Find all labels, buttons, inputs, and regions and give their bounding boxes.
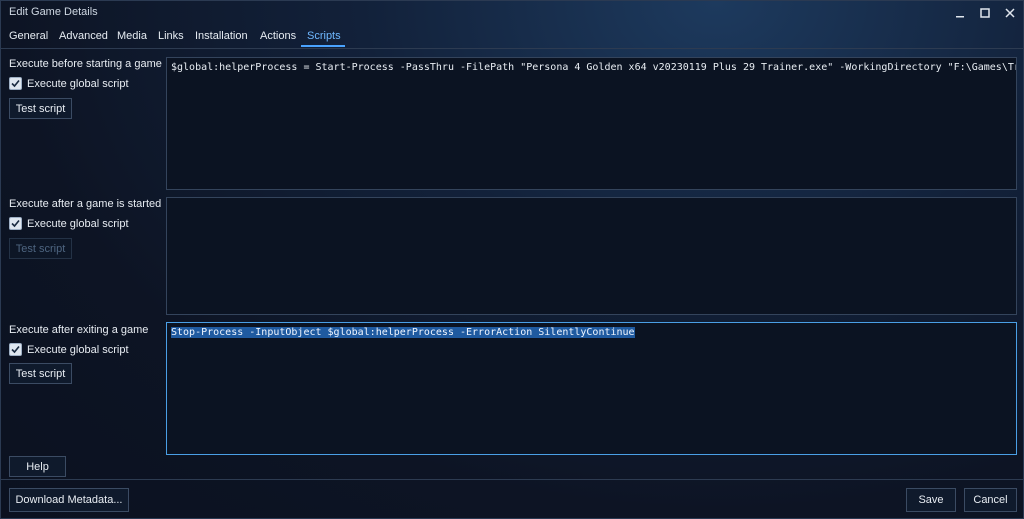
active-tab-indicator (301, 45, 345, 47)
checkbox-global-script-after-start[interactable]: Execute global script (9, 217, 129, 230)
close-icon[interactable] (997, 3, 1023, 23)
test-script-button-after-exit[interactable]: Test script (9, 363, 72, 384)
checkmark-icon (11, 219, 20, 228)
script-editor-after-exit[interactable]: Stop-Process -InputObject $global:helper… (166, 322, 1017, 455)
checkbox-global-script-after-exit[interactable]: Execute global script (9, 343, 129, 356)
tab-media[interactable]: Media (117, 30, 147, 42)
cancel-button[interactable]: Cancel (964, 488, 1017, 512)
edit-game-details-window: Edit Game Details General Advanced Media… (0, 0, 1024, 519)
checkmark-icon (11, 79, 20, 88)
title-bar: Edit Game Details (1, 1, 1023, 25)
tab-advanced[interactable]: Advanced (59, 30, 108, 42)
checkbox-label: Execute global script (27, 77, 129, 90)
maximize-icon[interactable] (972, 3, 998, 23)
window-title: Edit Game Details (9, 6, 98, 18)
checkbox-label: Execute global script (27, 217, 129, 230)
tab-divider (1, 48, 1023, 49)
save-button[interactable]: Save (906, 488, 956, 512)
tab-actions[interactable]: Actions (260, 30, 296, 42)
tab-general[interactable]: General (9, 30, 48, 42)
checkbox-label: Execute global script (27, 343, 129, 356)
help-button[interactable]: Help (9, 456, 66, 477)
minimize-icon[interactable] (947, 3, 973, 23)
script-editor-after-start[interactable] (166, 197, 1017, 315)
section-label-before-start: Execute before starting a game (9, 58, 162, 70)
checkmark-icon (11, 345, 20, 354)
checkbox-global-script-before-start[interactable]: Execute global script (9, 77, 129, 90)
checkbox-box[interactable] (9, 343, 22, 356)
selected-script-text[interactable]: Stop-Process -InputObject $global:helper… (171, 327, 635, 338)
tab-links[interactable]: Links (158, 30, 184, 42)
script-editor-before-start[interactable]: $global:helperProcess = Start-Process -P… (166, 57, 1017, 190)
tab-scripts[interactable]: Scripts (307, 30, 341, 42)
tab-installation[interactable]: Installation (195, 30, 248, 42)
footer-divider (1, 479, 1023, 480)
test-script-button-before-start[interactable]: Test script (9, 98, 72, 119)
section-label-after-exit: Execute after exiting a game (9, 324, 149, 336)
tab-bar: General Advanced Media Links Installatio… (1, 26, 1023, 48)
section-label-after-start: Execute after a game is started (9, 198, 162, 210)
checkbox-box[interactable] (9, 217, 22, 230)
download-metadata-button[interactable]: Download Metadata... (9, 488, 129, 512)
test-script-button-after-start: Test script (9, 238, 72, 259)
checkbox-box[interactable] (9, 77, 22, 90)
